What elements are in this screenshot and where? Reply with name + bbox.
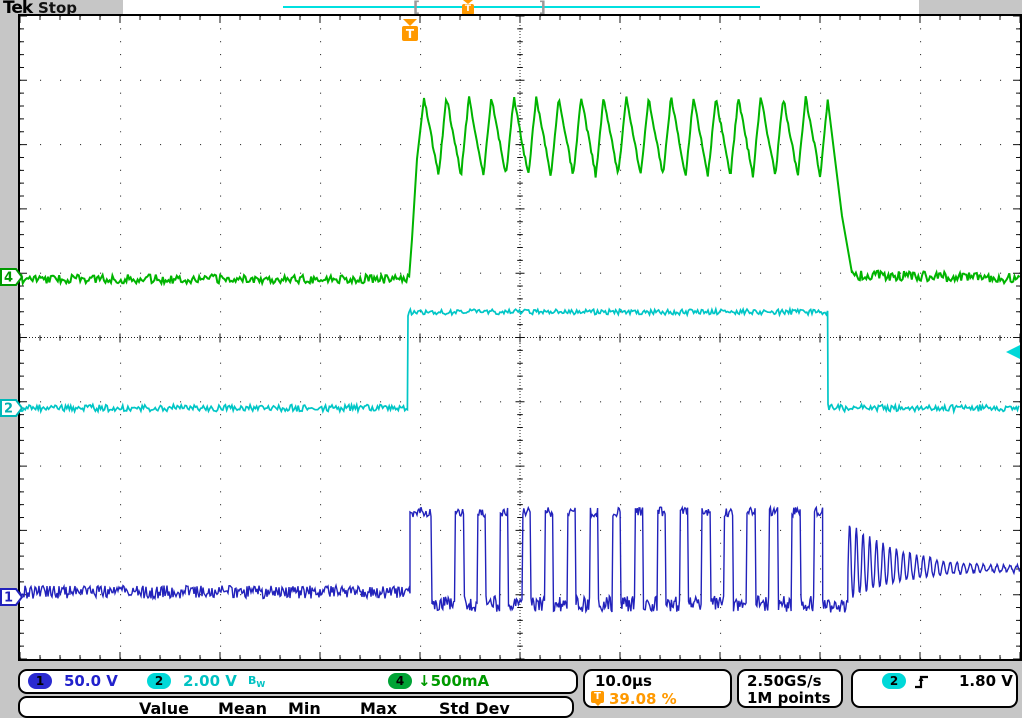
meas-header-value: Value bbox=[139, 699, 189, 718]
channel-tag-ch1-label: 1 bbox=[4, 591, 13, 606]
meas-header-max: Max bbox=[360, 699, 397, 718]
record-view-line bbox=[283, 6, 760, 8]
ch1-scale-readout[interactable]: 50.0 V bbox=[64, 672, 118, 690]
trigger-level-readout: 1.80 V bbox=[959, 672, 1013, 690]
meas-header-min: Min bbox=[288, 699, 321, 718]
ch2-scale-readout[interactable]: 2.00 V bbox=[183, 672, 237, 690]
horizontal-readout-box[interactable]: 10.0µs T 39.08 % bbox=[583, 669, 732, 708]
trigger-position-icon: T bbox=[591, 691, 604, 705]
channel-tag-ch4[interactable]: 4 bbox=[0, 268, 24, 286]
channel-tag-ch4-label: 4 bbox=[4, 271, 13, 286]
ch2-bandwidth-icon: BW bbox=[248, 674, 265, 689]
ch1-badge[interactable]: 1 bbox=[28, 673, 52, 689]
ch4-scale-readout[interactable]: ↓500mA bbox=[418, 672, 489, 690]
acquisition-readout-box[interactable]: 2.50GS/s 1M points bbox=[737, 669, 843, 708]
record-length-readout: 1M points bbox=[747, 689, 831, 707]
meas-header-mean: Mean bbox=[218, 699, 267, 718]
meas-header-stddev: Std Dev bbox=[439, 699, 510, 718]
ch4-badge[interactable]: 4 bbox=[388, 673, 412, 689]
trigger-position-marker[interactable]: T bbox=[402, 19, 418, 41]
waveform-display: T bbox=[18, 14, 1022, 661]
channel-tag-ch1[interactable]: 1 bbox=[0, 588, 24, 606]
trigger-readout-box[interactable]: 2 1.80 V bbox=[851, 669, 1018, 708]
measurement-table-box: Value Mean Min Max Std Dev bbox=[18, 696, 574, 718]
trigger-t-label: T bbox=[406, 27, 415, 41]
trigger-position-value: 39.08 % bbox=[609, 690, 677, 708]
channel-tag-ch2-label: 2 bbox=[4, 402, 13, 417]
horizontal-scale-readout: 10.0µs bbox=[595, 672, 652, 690]
trigger-level-arrow[interactable] bbox=[1006, 345, 1020, 359]
graticule-svg: T bbox=[20, 16, 1020, 659]
trigger-arrow-icon bbox=[403, 19, 417, 26]
sample-rate-readout: 2.50GS/s bbox=[747, 672, 822, 690]
trigger-source-badge: 2 bbox=[882, 673, 906, 689]
waveform-ch4[interactable] bbox=[20, 96, 1020, 283]
top-status-bar: Tek Stop [ ] T bbox=[0, 0, 1022, 15]
channel-readout-box: 1 50.0 V 2 2.00 V BW 4 ↓500mA bbox=[18, 669, 578, 694]
oscilloscope-screen: Tek Stop [ ] T T 4 bbox=[0, 0, 1022, 710]
channel-tag-ch2[interactable]: 2 bbox=[0, 399, 24, 417]
record-trigger-position-icon[interactable]: T bbox=[461, 0, 475, 15]
ch2-badge[interactable]: 2 bbox=[147, 673, 171, 689]
rising-edge-icon bbox=[914, 673, 930, 691]
